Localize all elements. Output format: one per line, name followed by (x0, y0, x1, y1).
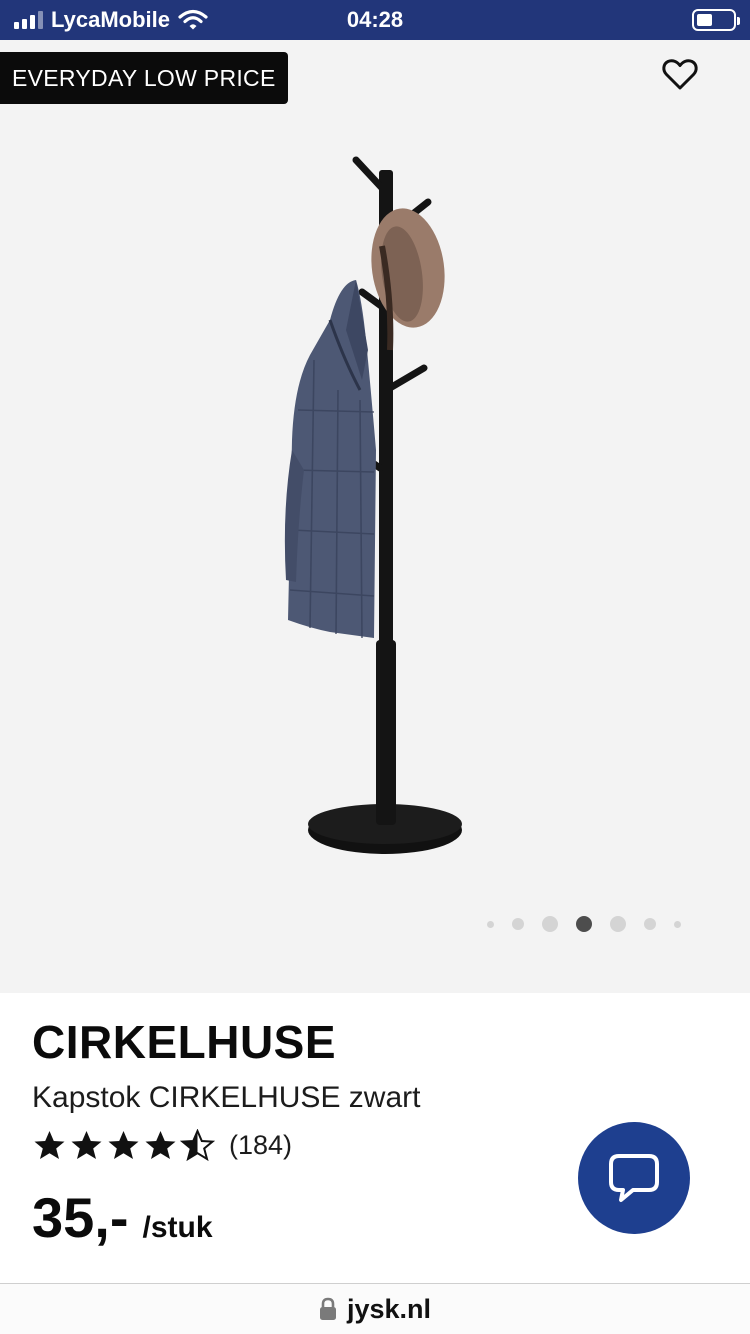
carousel-dot[interactable] (644, 918, 656, 930)
star-icon (108, 1131, 139, 1159)
url-text: jysk.nl (346, 1293, 432, 1324)
rating[interactable]: (184) (32, 1129, 292, 1162)
status-bar: LycaMobile 04:28 (0, 0, 750, 40)
lock-icon (319, 1297, 336, 1320)
price-row: 35,- /stuk (32, 1185, 213, 1250)
browser-url-bar[interactable]: jysk.nl (0, 1283, 750, 1334)
star-icon (71, 1131, 102, 1159)
carousel-dot[interactable] (674, 920, 681, 928)
star-icon (34, 1131, 65, 1159)
product-brand: CIRKELHUSE (32, 1016, 337, 1068)
carousel-dot[interactable] (610, 916, 626, 932)
chat-button[interactable] (578, 1122, 690, 1234)
product-subtitle: Kapstok CIRKELHUSE zwart (32, 1081, 421, 1114)
rating-stars (32, 1129, 215, 1162)
coat-stand-image (284, 156, 462, 854)
star-icon (180, 1129, 215, 1162)
battery-level (697, 14, 713, 26)
carousel-dot[interactable] (542, 916, 558, 932)
product-gallery[interactable]: EVERYDAY LOW PRICE (0, 40, 750, 993)
everyday-low-price-badge: EVERYDAY LOW PRICE (0, 52, 288, 104)
carousel-dot[interactable] (487, 920, 494, 928)
carousel-dot[interactable] (576, 916, 592, 932)
product-info: CIRKELHUSE Kapstok CIRKELHUSE zwart (184… (0, 993, 750, 1283)
carousel-dots[interactable] (478, 916, 690, 932)
battery-icon (692, 9, 740, 31)
signal-icon (14, 11, 43, 29)
heart-icon[interactable] (660, 54, 700, 94)
carrier-group: LycaMobile (14, 7, 208, 33)
product-price: 35,- (32, 1186, 129, 1249)
star-icon (145, 1131, 176, 1159)
wifi-icon (178, 9, 208, 30)
rating-count: (184) (229, 1130, 293, 1160)
chat-bubble-icon (609, 1154, 659, 1202)
price-unit: /stuk (142, 1211, 213, 1244)
carousel-dot[interactable] (512, 918, 524, 930)
carrier-name: LycaMobile (51, 7, 170, 32)
